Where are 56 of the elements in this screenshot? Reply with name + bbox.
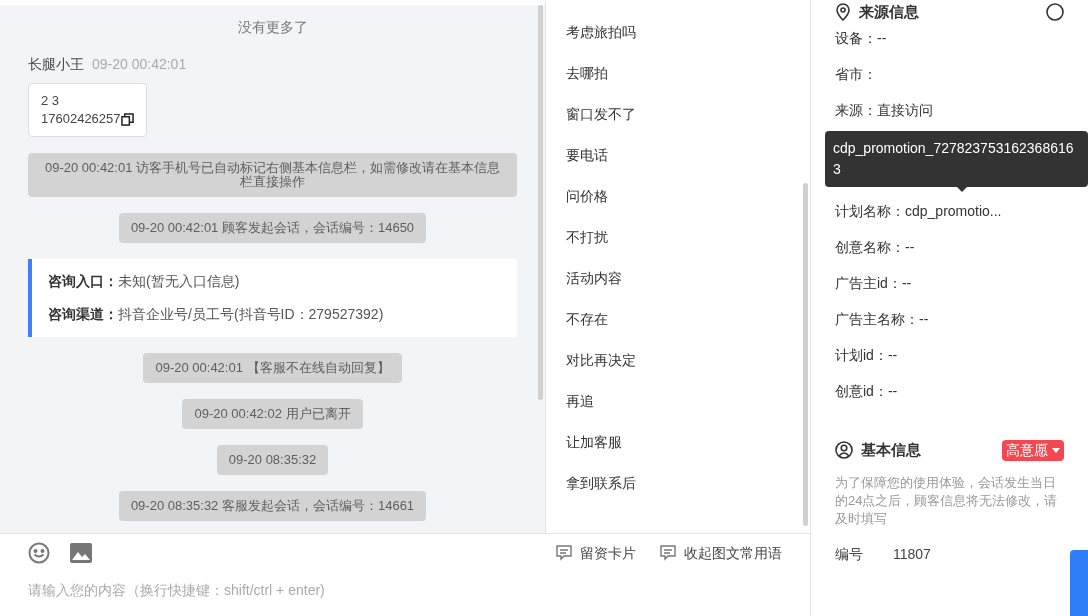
quick-reply-item[interactable]: 不打扰 (566, 227, 636, 248)
quick-reply-item[interactable]: 去哪拍 (566, 63, 636, 84)
sender-name: 长腿小王 (28, 55, 84, 74)
section-title: 来源信息 (859, 1, 919, 22)
info-field: 广告主名称：-- (835, 309, 1064, 330)
caret-icon (1052, 447, 1060, 453)
message-text: 2 3 (41, 92, 60, 110)
toolbar-action[interactable]: 收起图文常用语 (660, 542, 782, 564)
info-field: 创意id：-- (835, 381, 1064, 402)
system-notice: 09-20 08:35:32 客服发起会话，会话编号：14661 (118, 491, 427, 521)
user-icon (835, 441, 853, 460)
entry-value: 抖音企业号/员工号(抖音号ID：279527392) (118, 305, 384, 324)
info-field: 设备：-- (835, 28, 1064, 49)
quick-reply-item[interactable]: 再追 (566, 391, 636, 412)
image-icon[interactable] (70, 543, 92, 563)
message-icon (660, 545, 676, 561)
entry-label: 咨询渠道： (48, 305, 118, 324)
info-field: 计划id：-- (835, 345, 1064, 366)
scrollbar[interactable] (803, 183, 808, 526)
quick-reply-item[interactable]: 对比再决定 (566, 350, 636, 371)
info-field: 计划名称：cdp_promotio... (835, 201, 1064, 222)
quick-reply-item[interactable]: 不存在 (566, 309, 636, 330)
quick-reply-item[interactable]: 问价格 (566, 186, 636, 207)
info-field: 省市： (835, 64, 1064, 85)
quick-reply-item[interactable]: 考虑旅拍吗 (566, 22, 636, 43)
quick-reply-item[interactable]: 窗口发不了 (566, 104, 636, 125)
quick-reply-item[interactable]: 拿到联系后 (566, 473, 636, 494)
system-notice: 09-20 00:42:01 【客服不在线自动回复】 (143, 353, 402, 383)
quick-reply-item[interactable]: 要电话 (566, 145, 636, 166)
message-time: 09-20 00:42:01 (92, 55, 187, 74)
no-more-label: 没有更多了 (237, 18, 308, 37)
location-icon (835, 3, 851, 21)
entry-label: 咨询入口： (48, 272, 118, 291)
info-field: 广告主id：-- (835, 273, 1064, 294)
field-label: 编号 (835, 544, 864, 564)
intent-tag[interactable]: 高意愿 (1002, 439, 1064, 461)
quick-reply-item[interactable]: 活动内容 (566, 268, 636, 289)
quick-reply-item[interactable]: 让加客服 (566, 432, 636, 453)
system-notice: 09-20 00:42:01 顾客发起会话，会话编号：14650 (118, 213, 427, 243)
info-field: 创意名称：-- (835, 237, 1064, 258)
entry-value: 未知(暂无入口信息) (118, 272, 240, 291)
message-text: 17602426257 (41, 110, 121, 128)
info-field: 来源：直接访问 (835, 100, 1064, 121)
toolbar-action[interactable]: 留资卡片 (556, 542, 636, 564)
emoji-icon[interactable] (28, 542, 50, 564)
message-input[interactable]: 请输入您的内容（换行快捷键：shift/ctrl + enter) (28, 580, 782, 601)
scrollbar[interactable] (538, 5, 543, 400)
system-notice: 09-20 08:35:32 (216, 445, 329, 475)
section-title: 基本信息 (861, 440, 921, 460)
tooltip: cdp_promotion_7278237531623686163 (825, 131, 1088, 187)
system-notice: 09-20 00:42:01 访客手机号已自动标记右侧基本信息栏，如需修改请在基本信息栏直接操作 (28, 153, 517, 197)
field-value: 11807 (893, 544, 931, 564)
system-notice: 09-20 00:42:02 用户已离开 (182, 399, 363, 429)
copy-icon[interactable] (120, 112, 134, 126)
notice-text: 为了保障您的使用体验，会话发生当日的24点之后，顾客信息将无法修改，请及时填写 (835, 473, 1059, 528)
message-icon (556, 545, 572, 561)
